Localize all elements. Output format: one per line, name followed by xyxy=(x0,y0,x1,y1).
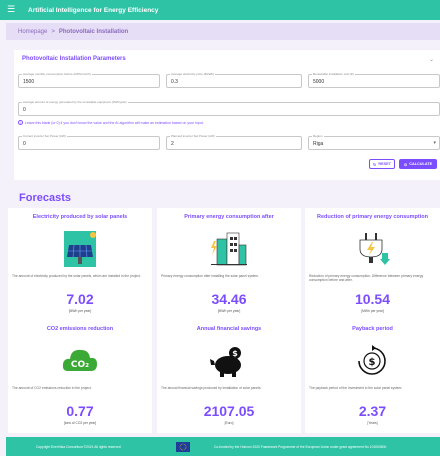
field-value: 0 xyxy=(23,141,26,147)
reset-button[interactable]: ↻ RESET xyxy=(369,159,395,169)
forecast-card-payback: Payback period $ The payback period of t… xyxy=(305,320,440,433)
info-hint: i Leave this blank (or 0) if you don't k… xyxy=(18,120,204,125)
card-value: 2107.05 xyxy=(203,403,255,419)
svg-text:$: $ xyxy=(369,357,376,368)
footer: Copyright EnerVisia Consortium ©2021 All… xyxy=(6,437,440,456)
plug-down-icon xyxy=(359,233,390,265)
region-select[interactable]: Region Riga ▾ xyxy=(308,134,440,150)
field-value: Riga xyxy=(313,141,324,147)
card-title: Annual financial savings xyxy=(196,326,262,332)
field-label: Average amount of energy generated by th… xyxy=(22,100,128,104)
card-description: Primary energy consumption after install… xyxy=(161,274,260,278)
building-energy-icon xyxy=(211,232,247,266)
calculate-button[interactable]: ⊙ CALCULATE xyxy=(399,159,437,169)
reset-icon: ↻ xyxy=(372,161,377,167)
field-label: Average monthly consumption before (kWh/… xyxy=(22,72,92,76)
forecasts-title: Forecasts xyxy=(19,192,71,204)
card-value: 10.54 xyxy=(354,291,391,307)
breadcrumb: Homepage > Photovoltaic Installation xyxy=(6,23,440,40)
card-title: CO2 emissions reduction xyxy=(46,326,114,332)
footer-funding-notice: Co-funded by the Horizon 2020 Framework … xyxy=(214,444,387,449)
card-value: 0.77 xyxy=(66,403,94,419)
card-value: 7.02 xyxy=(66,291,94,307)
card-unit: [tons of CO2 per year] xyxy=(63,421,97,425)
card-value: 2.37 xyxy=(358,403,387,419)
card-unit: [Years] xyxy=(367,421,378,425)
forecast-card-primary-after: Primary energy consumption after Primary… xyxy=(157,208,301,321)
info-icon: i xyxy=(18,120,23,125)
forecast-card-savings: Annual financial savings $ The annual fi… xyxy=(157,320,301,433)
generated-energy-field[interactable]: Average amount of energy generated by th… xyxy=(18,100,440,116)
forecast-card-electricity: Electricity produced by solar panels The… xyxy=(8,208,152,321)
reset-label: RESET xyxy=(378,162,392,166)
field-label: Renewable installation cost (€) xyxy=(312,72,355,76)
card-description: The amount of electricity produced by th… xyxy=(12,274,141,278)
top-app-bar: ☰ Artificial Intelligence for Energy Eff… xyxy=(0,0,440,20)
card-unit: [MWh per year] xyxy=(68,309,92,313)
card-description: The payback period of the investment in … xyxy=(309,386,403,390)
card-description: The annual financial savings produced by… xyxy=(161,386,262,390)
planned-inverter-field[interactable]: Planned inverter Set Power (kW) 2 xyxy=(166,134,302,150)
card-description: Reduction of primary energy consumption.… xyxy=(309,274,424,283)
breadcrumb-current: Photovoltaic Installation xyxy=(58,28,129,35)
svg-text:$: $ xyxy=(232,349,238,358)
card-value: 34.46 xyxy=(211,291,247,307)
breadcrumb-separator: > xyxy=(51,28,55,35)
info-text: Leave this blank (or 0) if you don't kno… xyxy=(25,120,204,125)
forecast-card-co2: CO2 emissions reduction CO₂ The amount o… xyxy=(8,320,152,433)
card-unit: [MWh per year] xyxy=(217,309,241,313)
footer-copyright: Copyright EnerVisia Consortium ©2021 All… xyxy=(36,444,121,449)
field-value: 1500 xyxy=(23,79,35,85)
forecast-card-reduction: Reduction of primary energy consumption … xyxy=(305,208,440,321)
field-label: Average electricity price (€/kWh) xyxy=(170,72,216,76)
chevron-down-icon[interactable]: ⌄ xyxy=(429,56,434,63)
card-title: Electricity produced by solar panels xyxy=(32,214,128,220)
field-value: 0.3 xyxy=(171,79,178,85)
card-title: Reduction of primary energy consumption xyxy=(317,214,428,220)
install-cost-field[interactable]: Renewable installation cost (€) 5000 xyxy=(308,72,440,88)
field-value: 0 xyxy=(23,107,26,113)
calculate-label: CALCULATE xyxy=(409,162,433,166)
parameters-panel: Photovoltaic Installation Parameters ⌄ A… xyxy=(14,50,440,180)
breadcrumb-home-link[interactable]: Homepage xyxy=(18,29,47,35)
svg-text:CO₂: CO₂ xyxy=(71,360,89,370)
calculate-icon: ⊙ xyxy=(403,161,408,167)
solar-panel-icon xyxy=(64,231,96,267)
field-label: Planned inverter Set Power (kW) xyxy=(170,134,216,138)
dollar-cycle-icon: $ xyxy=(358,345,386,375)
field-value: 5000 xyxy=(313,79,325,85)
consumption-field[interactable]: Average monthly consumption before (kWh/… xyxy=(18,72,160,88)
app-title: Artificial Intelligence for Energy Effic… xyxy=(28,6,159,14)
field-label: Region xyxy=(312,134,324,138)
eu-flag-icon xyxy=(176,441,190,452)
field-label: Current inverter Set Power (kW) xyxy=(22,134,67,138)
card-title: Primary energy consumption after xyxy=(184,214,274,220)
co2-cloud-icon: CO₂ xyxy=(62,349,97,371)
price-field[interactable]: Average electricity price (€/kWh) 0.3 xyxy=(166,72,302,88)
card-unit: [MWh per year] xyxy=(361,309,384,313)
menu-icon[interactable]: ☰ xyxy=(4,5,18,15)
card-unit: [Euro] xyxy=(224,421,234,425)
parameters-title: Photovoltaic Installation Parameters xyxy=(22,56,126,62)
card-title: Payback period xyxy=(352,326,393,332)
piggy-bank-icon: $ xyxy=(210,347,241,377)
card-description: The amount of CO2 emissions reduction in… xyxy=(12,386,92,390)
current-inverter-field[interactable]: Current inverter Set Power (kW) 0 xyxy=(18,134,160,150)
caret-down-icon: ▾ xyxy=(433,140,436,146)
field-value: 2 xyxy=(171,141,174,147)
